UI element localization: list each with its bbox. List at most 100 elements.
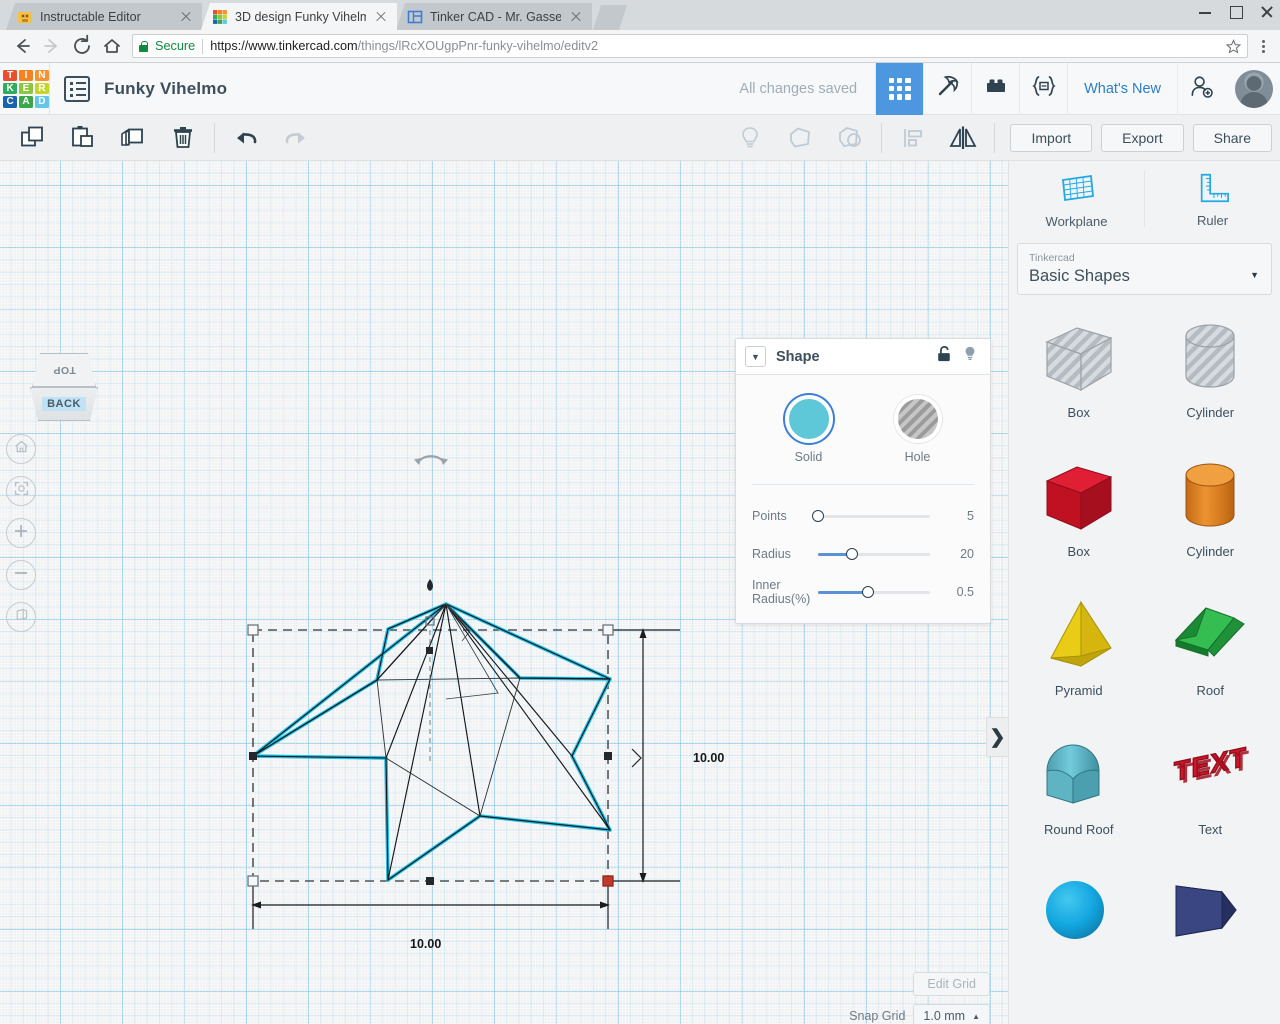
shape-item-roof[interactable]: Roof bbox=[1145, 585, 1277, 724]
reload-icon[interactable] bbox=[68, 32, 96, 60]
browser-tab-label: Instructable Editor bbox=[40, 9, 141, 24]
delete-button[interactable] bbox=[158, 115, 208, 161]
caret-down-icon[interactable]: ▼ bbox=[745, 346, 766, 367]
shape-item-box-hole[interactable]: Box bbox=[1013, 307, 1145, 446]
shape-library-select[interactable]: Tinkercad Basic Shapes ▼ bbox=[1017, 243, 1272, 296]
window-controls bbox=[1198, 5, 1274, 19]
lock-icon bbox=[139, 40, 148, 52]
mode-pickaxe-button[interactable] bbox=[923, 62, 971, 115]
sidebar-tool-workplane[interactable]: Workplane bbox=[1009, 161, 1144, 237]
shape-inspector-panel[interactable]: ▼ Shape Solid Hole Points 5 Radius 20 In… bbox=[735, 338, 991, 624]
hamburger-list-icon[interactable] bbox=[64, 75, 90, 102]
logo-tile-a: A bbox=[18, 95, 34, 108]
close-icon[interactable] bbox=[568, 9, 584, 25]
shape-mode-hole[interactable]: Hole bbox=[893, 395, 942, 464]
edit-grid-button[interactable]: Edit Grid bbox=[913, 972, 990, 996]
box-icon bbox=[1029, 452, 1129, 542]
shape-item-box[interactable]: Box bbox=[1013, 446, 1145, 585]
lightbulb-icon[interactable] bbox=[962, 345, 978, 368]
whats-new-link[interactable]: What's New bbox=[1067, 62, 1177, 115]
import-button[interactable]: Import bbox=[1010, 123, 1093, 152]
copy-button[interactable] bbox=[8, 115, 58, 161]
blocks-grid-icon bbox=[888, 77, 911, 100]
avatar[interactable] bbox=[1235, 69, 1273, 108]
shape-item-label: Text bbox=[1198, 822, 1223, 838]
browser-tab-1[interactable]: 3D design Funky Vihelm bbox=[201, 3, 397, 30]
kebab-menu-icon[interactable] bbox=[1254, 34, 1272, 58]
shape-item-label: Round Roof bbox=[1044, 822, 1114, 838]
mirror-button[interactable] bbox=[938, 115, 988, 161]
slider-points-row: Points 5 bbox=[752, 497, 974, 535]
star-icon[interactable] bbox=[1225, 38, 1242, 54]
snap-grid-select[interactable]: 1.0 mm ▲ bbox=[913, 1004, 990, 1024]
caret-up-icon: ▲ bbox=[972, 1011, 980, 1021]
shape-panel-body: Solid Hole Points 5 Radius 20 Inner Radi… bbox=[736, 375, 990, 623]
shape-item-round-roof[interactable]: Round Roof bbox=[1013, 724, 1145, 863]
mode-blocks-button[interactable] bbox=[875, 62, 924, 115]
slider-points-value: 5 bbox=[967, 509, 974, 523]
arrow-left-icon[interactable] bbox=[8, 32, 36, 60]
slider-inner-radius-row: Inner Radius(%) 0.5 bbox=[752, 573, 974, 611]
caret-down-icon: ▼ bbox=[1250, 270, 1259, 280]
tinkercad-logo[interactable]: T I N K E R C A D bbox=[0, 66, 49, 112]
shape-item-text[interactable]: TEXT TEXT Text bbox=[1145, 724, 1277, 863]
shape-item-sphere[interactable] bbox=[1013, 863, 1145, 1002]
maximize-icon[interactable] bbox=[1229, 5, 1243, 19]
snap-grid-value: 1.0 mm bbox=[923, 1009, 966, 1023]
slider-points[interactable] bbox=[812, 508, 930, 524]
design-viewport[interactable]: TOP BACK 10.00 10.00 ▼ Shape Solid Hole … bbox=[0, 161, 1008, 1024]
grid-controls: Edit Grid Snap Grid 1.0 mm ▲ bbox=[849, 972, 990, 1024]
slider-inner-radius-value: 0.5 bbox=[956, 585, 974, 599]
logo-tile-r: R bbox=[34, 82, 49, 95]
browser-toolbar: Secure https://www.tinkercad.com/things/… bbox=[0, 30, 1280, 63]
shape-mode-solid[interactable]: Solid bbox=[784, 395, 833, 464]
ruler-icon bbox=[1194, 171, 1232, 208]
share-button[interactable]: Share bbox=[1192, 123, 1272, 152]
shape-panel-title: Shape bbox=[776, 348, 820, 365]
shape-item-cylinder[interactable]: Cylinder bbox=[1145, 446, 1277, 585]
mode-codeblocks-button[interactable] bbox=[1019, 62, 1067, 115]
arrow-right-icon bbox=[38, 32, 66, 60]
resize-handle-left bbox=[249, 752, 257, 760]
slider-radius[interactable] bbox=[818, 546, 930, 562]
minimize-icon[interactable] bbox=[1198, 5, 1212, 19]
solid-swatch bbox=[784, 395, 833, 443]
new-tab-button[interactable] bbox=[593, 5, 627, 30]
star-highlight bbox=[251, 602, 612, 882]
browser-tab-0[interactable]: Instructable Editor bbox=[6, 3, 202, 30]
add-person-icon bbox=[1188, 73, 1215, 105]
shape-item-label: Roof bbox=[1196, 683, 1224, 699]
close-icon[interactable] bbox=[178, 9, 194, 25]
omnibox[interactable]: Secure https://www.tinkercad.com/things/… bbox=[132, 34, 1248, 58]
mode-bricks-button[interactable] bbox=[971, 62, 1019, 115]
add-person-button[interactable] bbox=[1177, 62, 1225, 115]
resize-handle-right bbox=[604, 752, 612, 760]
resize-handle-bl bbox=[247, 875, 259, 887]
paste-button[interactable] bbox=[58, 115, 108, 161]
close-icon[interactable] bbox=[373, 9, 389, 25]
shape-item-cylinder-hole[interactable]: Cylinder bbox=[1145, 307, 1277, 446]
shape-item-wedge[interactable] bbox=[1145, 863, 1277, 1002]
shape-item-label: Pyramid bbox=[1054, 683, 1103, 699]
shape-mode-solid-label: Solid bbox=[794, 450, 823, 464]
browser-tab-2[interactable]: Tinker CAD - Mr. Gasser bbox=[396, 3, 592, 30]
tinkercad-icon bbox=[212, 9, 228, 25]
window-icon bbox=[407, 9, 423, 25]
url-domain: https://www.tinkercad.com bbox=[210, 39, 358, 53]
close-icon[interactable] bbox=[1260, 5, 1274, 19]
secure-label: Secure bbox=[155, 39, 196, 53]
sidebar-tool-ruler[interactable]: Ruler bbox=[1145, 161, 1280, 237]
cylinder-icon bbox=[1160, 452, 1260, 542]
whats-new-label: What's New bbox=[1084, 80, 1161, 97]
duplicate-button[interactable] bbox=[108, 115, 158, 161]
unlocked-padlock-icon[interactable] bbox=[936, 345, 952, 368]
undo-button[interactable] bbox=[221, 115, 271, 161]
slider-inner-radius[interactable] bbox=[818, 584, 930, 600]
export-button[interactable]: Export bbox=[1101, 123, 1184, 152]
home-icon[interactable] bbox=[98, 32, 126, 60]
text-3d-icon: TEXT TEXT bbox=[1160, 730, 1260, 820]
shape-item-pyramid[interactable]: Pyramid bbox=[1013, 585, 1145, 724]
chevron-right-icon[interactable]: ❯ bbox=[986, 717, 1008, 757]
height-dimension-line bbox=[608, 628, 680, 883]
library-value: Basic Shapes bbox=[1029, 266, 1130, 285]
